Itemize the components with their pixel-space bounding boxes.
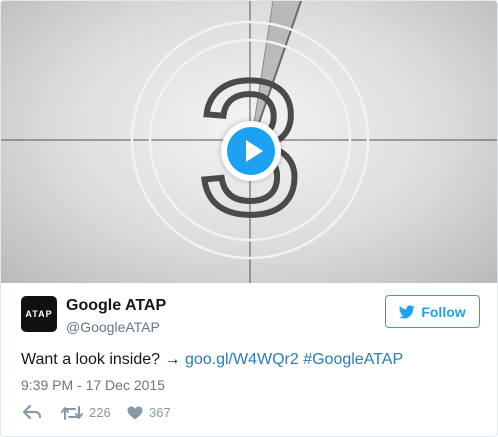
like-count: 367 [149, 405, 171, 420]
tweet-link[interactable]: goo.gl/W4WQr2 [185, 351, 299, 368]
tweet-text: Want a look inside? → goo.gl/W4WQr2 #Goo… [21, 351, 403, 369]
tweet-text-prefix: Want a look inside? → [21, 351, 185, 368]
tweet-hashtag[interactable]: #GoogleATAP [303, 351, 403, 368]
retweet-icon [61, 405, 83, 420]
author-screen-name[interactable]: @GoogleATAP [66, 319, 160, 335]
tweet-card: 3 ATAP Google ATAP @GoogleATAP Follow Wa… [0, 0, 498, 437]
tweet-actions: 226 367 [21, 405, 321, 425]
follow-label: Follow [421, 303, 466, 320]
twitter-bird-icon [399, 304, 416, 318]
reply-icon [23, 405, 41, 419]
avatar[interactable]: ATAP [21, 296, 57, 332]
play-icon [227, 127, 275, 175]
author-display-name[interactable]: Google ATAP [66, 297, 166, 315]
heart-icon [127, 406, 143, 419]
like-button[interactable]: 367 [127, 405, 171, 420]
tweet-timestamp[interactable]: 9:39 PM - 17 Dec 2015 [21, 377, 165, 393]
play-button[interactable] [221, 121, 281, 181]
reply-button[interactable] [23, 405, 41, 419]
retweet-button[interactable]: 226 [61, 405, 111, 420]
retweet-count: 226 [89, 405, 111, 420]
video-thumbnail[interactable]: 3 [1, 1, 497, 283]
follow-button[interactable]: Follow [385, 295, 480, 328]
